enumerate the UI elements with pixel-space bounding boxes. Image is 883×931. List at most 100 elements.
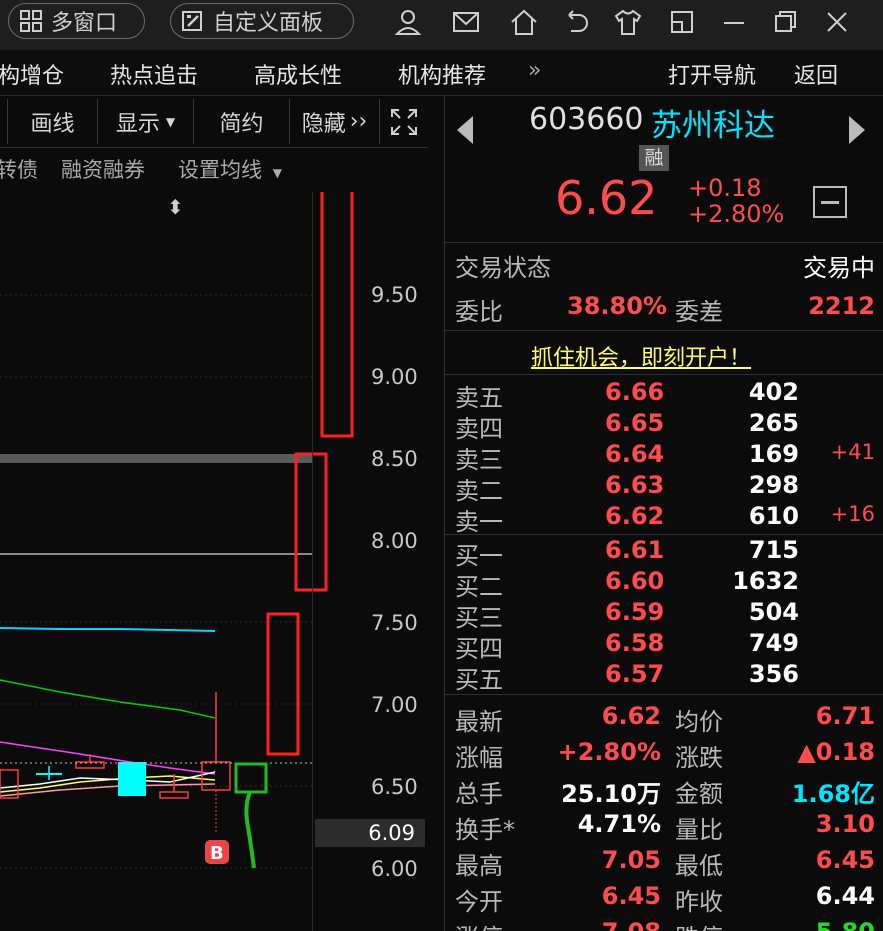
nav-item-growth[interactable]: 高成长性: [254, 58, 342, 90]
stat-value: 6.71: [815, 702, 875, 730]
bid-diff-value: 2212: [808, 292, 875, 320]
margin-trading-tab[interactable]: 融资融券: [61, 154, 145, 184]
divider: [445, 242, 883, 243]
skin-icon[interactable]: [611, 5, 645, 39]
bid-volume: 715: [748, 536, 799, 564]
ma-cyan-line: [0, 627, 216, 632]
user-icon[interactable]: [391, 5, 425, 39]
stock-code: 603660: [529, 102, 644, 137]
bid-label: 买二: [455, 573, 503, 601]
stats-row: 总手 25.10万 金额 1.68亿: [455, 774, 875, 808]
prev-stock-icon[interactable]: [457, 116, 473, 144]
bid-label: 买五: [455, 666, 503, 694]
convertible-bond-tab[interactable]: 转债: [0, 154, 38, 184]
bid-row: 买二 6.60 1632: [455, 567, 875, 601]
annotation-stroke-green: [244, 791, 256, 869]
next-stock-icon[interactable]: [849, 116, 865, 144]
stat-value: 5.80: [816, 918, 875, 931]
stat-value: 25.10万: [561, 780, 661, 808]
axis-tick: 9.50: [371, 283, 418, 307]
price-change: +0.18: [688, 174, 762, 202]
divider: [445, 694, 883, 695]
ask-delta: +16: [830, 502, 875, 526]
grid-icon: [20, 10, 42, 32]
nav-item-hotspot[interactable]: 热点追击: [110, 58, 198, 90]
stats-row: 最新 6.62 均价 6.71: [455, 702, 875, 736]
ask-label: 卖一: [455, 508, 503, 536]
divider: [445, 534, 883, 535]
dropdown-icon: ▼: [165, 114, 176, 129]
ask-row: 卖二 6.63 298: [455, 471, 875, 505]
ask-row: 卖一 6.62 610 +16: [455, 502, 875, 536]
ask-price: 6.66: [605, 378, 665, 406]
ma-pink-line: [0, 783, 216, 797]
ask-volume: 265: [748, 409, 799, 437]
ask-price: 6.64: [605, 440, 665, 468]
stats-row: 涨幅 +2.80% 涨跌 ▲0.18: [455, 738, 875, 772]
bid-volume: 749: [748, 629, 799, 657]
kline-chart[interactable]: ⬍ B: [0, 192, 354, 931]
bid-price: 6.57: [605, 660, 665, 688]
stat-label: 跌停: [675, 918, 723, 931]
bid-price: 6.58: [605, 629, 665, 657]
ma60-line: [0, 679, 216, 719]
ask-delta: +41: [830, 440, 875, 464]
bid-ratio-row: 委比 38.80% 委差 2212: [455, 292, 875, 326]
custom-panel-label: 自定义面板: [213, 11, 324, 36]
restore-window-icon[interactable]: [665, 5, 699, 39]
bid-price: 6.59: [605, 598, 665, 626]
axis-tick: 7.50: [371, 611, 418, 635]
back-link[interactable]: 返回: [794, 58, 838, 90]
ask-label: 卖二: [455, 477, 503, 505]
bid-volume: 504: [748, 598, 799, 626]
nav-more-icon[interactable]: »: [528, 58, 541, 83]
price-change-pct: +2.80%: [688, 200, 785, 228]
simple-button[interactable]: 简约: [194, 99, 290, 144]
candle: [118, 762, 146, 796]
last-price: 6.62: [555, 171, 658, 225]
back-icon[interactable]: [559, 5, 593, 39]
stat-value: 3.10: [815, 810, 875, 838]
collapse-button[interactable]: [813, 186, 847, 218]
bid-row: 买四 6.58 749: [455, 629, 875, 663]
hide-button[interactable]: 隐藏 ››: [290, 99, 380, 144]
chart-toolbar: 画线 显示 ▼ 简约 隐藏 ››: [0, 96, 428, 148]
fullscreen-icon[interactable]: [380, 99, 428, 144]
stat-label: 换手*: [455, 816, 515, 844]
quote-panel: 603660 苏州科达 融 6.62 +0.18 +2.80% 交易状态 交易中…: [444, 96, 883, 931]
home-icon[interactable]: [507, 5, 541, 39]
bid-price: 6.60: [605, 567, 665, 595]
multi-window-label: 多窗口: [51, 11, 118, 36]
stat-value: 1.68亿: [791, 780, 875, 808]
minimize-icon[interactable]: [717, 5, 751, 39]
stat-label: 最低: [675, 852, 723, 880]
multi-window-button[interactable]: 多窗口: [8, 3, 145, 39]
ask-row: 卖五 6.66 402: [455, 378, 875, 412]
stat-value: 7.08: [602, 918, 661, 931]
maximize-icon[interactable]: [768, 5, 802, 39]
stat-value: 6.45: [601, 882, 661, 910]
edit-panel-icon: [182, 11, 202, 31]
stat-value: 6.45: [815, 846, 875, 874]
bid-diff-label: 委差: [675, 298, 723, 326]
close-icon[interactable]: [820, 5, 854, 39]
mail-icon[interactable]: [449, 5, 483, 39]
bid-price: 6.61: [605, 536, 665, 564]
custom-panel-button[interactable]: 自定义面板: [170, 3, 354, 39]
stat-label: 量比: [675, 816, 723, 844]
open-account-link[interactable]: 抓住机会，即刻开户！: [531, 340, 751, 372]
ask-label: 卖三: [455, 446, 503, 474]
stat-label: 涨幅: [455, 744, 503, 772]
stat-label: 涨停: [455, 918, 503, 931]
stat-value: 6.44: [815, 882, 875, 910]
draw-line-button[interactable]: 画线: [8, 99, 98, 144]
title-bar: 多窗口 自定义面板: [0, 0, 883, 50]
nav-item-zengcang[interactable]: 构增仓: [0, 58, 64, 90]
ma-settings-button[interactable]: 设置均线 ▼: [178, 154, 282, 184]
axis-tick: 8.00: [371, 529, 418, 553]
display-button[interactable]: 显示 ▼: [98, 99, 194, 144]
margin-badge: 融: [639, 145, 669, 171]
candle: [159, 791, 189, 799]
nav-item-institution[interactable]: 机构推荐: [398, 58, 486, 90]
open-navigation-link[interactable]: 打开导航: [668, 58, 756, 90]
